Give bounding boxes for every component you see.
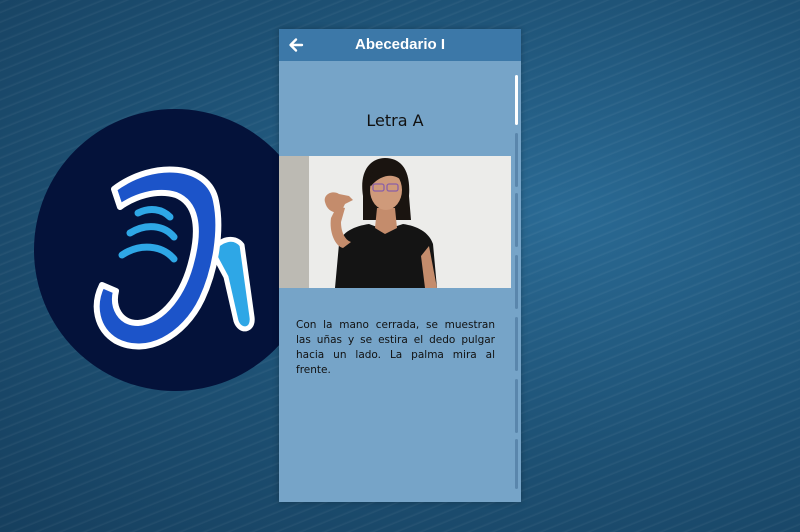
person-signing-image bbox=[324, 158, 437, 288]
back-button[interactable] bbox=[287, 36, 305, 54]
scroll-thumb[interactable] bbox=[515, 75, 518, 125]
sign-description: Con la mano cerrada, se muestran las uña… bbox=[296, 319, 495, 376]
phone-screen: Abecedario I Letra A Con la mano cerrada… bbox=[279, 29, 521, 502]
scrollbar[interactable] bbox=[515, 73, 518, 493]
scroll-track-segment bbox=[515, 255, 518, 309]
scroll-track-segment bbox=[515, 133, 518, 187]
sign-language-j-logo-icon bbox=[34, 109, 316, 391]
letter-title: Letra A bbox=[366, 111, 424, 130]
app-bar: Abecedario I bbox=[279, 29, 521, 61]
app-logo bbox=[34, 109, 316, 391]
scroll-track-segment bbox=[515, 379, 518, 433]
scroll-track-segment bbox=[515, 317, 518, 371]
page-title: Abecedario I bbox=[354, 36, 446, 53]
scroll-track-segment bbox=[515, 439, 518, 489]
scroll-track-segment bbox=[515, 193, 518, 247]
arrow-left-icon bbox=[289, 38, 304, 52]
sign-video[interactable] bbox=[279, 156, 511, 288]
